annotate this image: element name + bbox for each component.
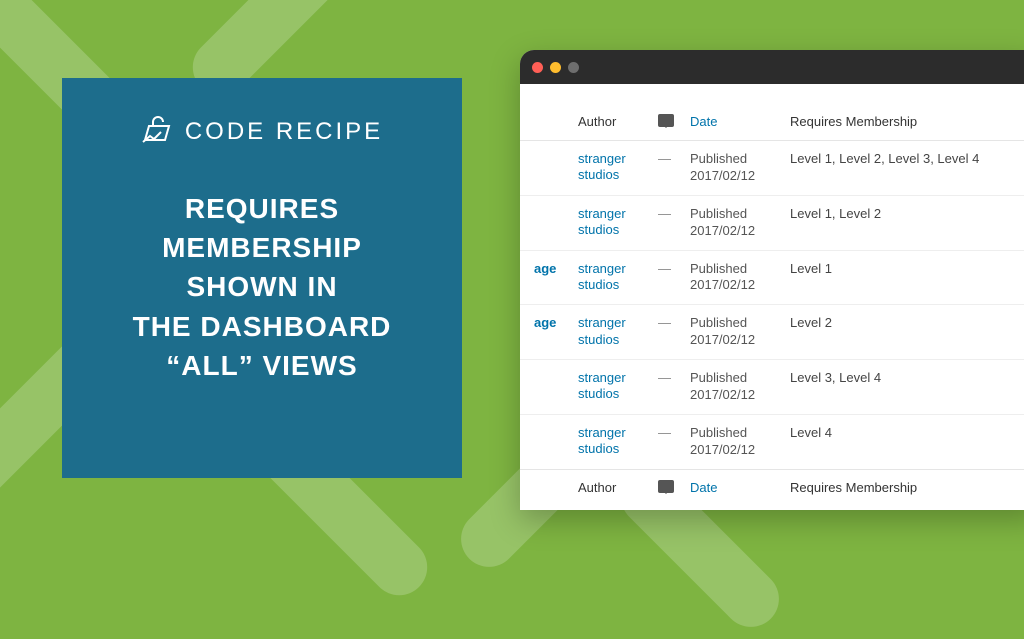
posts-table-wrap: Author Date Requires Membership stranger… (520, 84, 1024, 506)
comments-cell: — (650, 414, 682, 469)
date-value: 2017/02/12 (690, 332, 774, 349)
date-cell: Published2017/02/12 (682, 360, 782, 415)
comments-count: — (658, 425, 671, 440)
browser-window: Author Date Requires Membership stranger… (520, 50, 1024, 510)
date-value: 2017/02/12 (690, 277, 774, 294)
comments-cell: — (650, 360, 682, 415)
table-row: stranger studios—Published2017/02/12Leve… (520, 195, 1024, 250)
author-cell: stranger studios (570, 141, 650, 196)
author-link[interactable]: stranger studios (578, 425, 642, 458)
comment-icon (658, 480, 674, 493)
date-cell: Published2017/02/12 (682, 195, 782, 250)
membership-cell: Level 2 (782, 305, 1024, 360)
author-cell: stranger studios (570, 195, 650, 250)
table-row: agestranger studios—Published2017/02/12L… (520, 250, 1024, 305)
table-header-row: Author Date Requires Membership (520, 104, 1024, 141)
col-membership-footer[interactable]: Requires Membership (782, 469, 1024, 506)
lock-icon (141, 114, 175, 149)
author-link[interactable]: stranger studios (578, 370, 642, 403)
col-title-footer (520, 469, 570, 506)
comments-count: — (658, 315, 671, 330)
col-comments-header[interactable] (650, 104, 682, 141)
brand-label: CODE RECIPE (185, 118, 383, 146)
date-status: Published (690, 370, 774, 387)
post-title-cell: age (520, 250, 570, 305)
post-title-link[interactable]: age (534, 315, 556, 330)
membership-cell: Level 1, Level 2 (782, 195, 1024, 250)
comments-cell: — (650, 250, 682, 305)
comments-cell: — (650, 305, 682, 360)
col-membership-header[interactable]: Requires Membership (782, 104, 1024, 141)
post-title-cell (520, 141, 570, 196)
date-status: Published (690, 261, 774, 278)
post-title-cell (520, 360, 570, 415)
col-date-footer[interactable]: Date (682, 469, 782, 506)
minimize-icon[interactable] (550, 62, 561, 73)
date-cell: Published2017/02/12 (682, 414, 782, 469)
author-cell: stranger studios (570, 305, 650, 360)
date-value: 2017/02/12 (690, 168, 774, 185)
comments-count: — (658, 261, 671, 276)
promo-card: CODE RECIPE REQUIRES MEMBERSHIP SHOWN IN… (62, 78, 462, 478)
close-icon[interactable] (532, 62, 543, 73)
window-titlebar (520, 50, 1024, 84)
author-link[interactable]: stranger studios (578, 151, 642, 184)
table-row: stranger studios—Published2017/02/12Leve… (520, 360, 1024, 415)
date-status: Published (690, 315, 774, 332)
date-cell: Published2017/02/12 (682, 305, 782, 360)
author-cell: stranger studios (570, 250, 650, 305)
table-row: stranger studios—Published2017/02/12Leve… (520, 141, 1024, 196)
date-value: 2017/02/12 (690, 442, 774, 459)
comments-count: — (658, 370, 671, 385)
author-link[interactable]: stranger studios (578, 206, 642, 239)
table-row: agestranger studios—Published2017/02/12L… (520, 305, 1024, 360)
col-title-header (520, 104, 570, 141)
comments-count: — (658, 206, 671, 221)
table-footer-row: Author Date Requires Membership (520, 469, 1024, 506)
table-row: stranger studios—Published2017/02/12Leve… (520, 414, 1024, 469)
membership-cell: Level 3, Level 4 (782, 360, 1024, 415)
membership-cell: Level 4 (782, 414, 1024, 469)
maximize-icon[interactable] (568, 62, 579, 73)
date-cell: Published2017/02/12 (682, 250, 782, 305)
date-status: Published (690, 206, 774, 223)
author-link[interactable]: stranger studios (578, 315, 642, 348)
post-title-cell (520, 195, 570, 250)
date-status: Published (690, 425, 774, 442)
col-author-footer[interactable]: Author (570, 469, 650, 506)
comments-cell: — (650, 195, 682, 250)
post-title-link[interactable]: age (534, 261, 556, 276)
author-cell: stranger studios (570, 414, 650, 469)
comments-cell: — (650, 141, 682, 196)
author-cell: stranger studios (570, 360, 650, 415)
date-cell: Published2017/02/12 (682, 141, 782, 196)
post-title-cell (520, 414, 570, 469)
col-date-header[interactable]: Date (682, 104, 782, 141)
author-link[interactable]: stranger studios (578, 261, 642, 294)
post-title-cell: age (520, 305, 570, 360)
headline: REQUIRES MEMBERSHIP SHOWN IN THE DASHBOA… (133, 189, 392, 385)
col-author-header[interactable]: Author (570, 104, 650, 141)
membership-cell: Level 1 (782, 250, 1024, 305)
date-status: Published (690, 151, 774, 168)
col-comments-footer[interactable] (650, 469, 682, 506)
brand: CODE RECIPE (141, 114, 383, 149)
posts-table: Author Date Requires Membership stranger… (520, 104, 1024, 506)
comments-count: — (658, 151, 671, 166)
comment-icon (658, 114, 674, 127)
membership-cell: Level 1, Level 2, Level 3, Level 4 (782, 141, 1024, 196)
date-value: 2017/02/12 (690, 387, 774, 404)
date-value: 2017/02/12 (690, 223, 774, 240)
